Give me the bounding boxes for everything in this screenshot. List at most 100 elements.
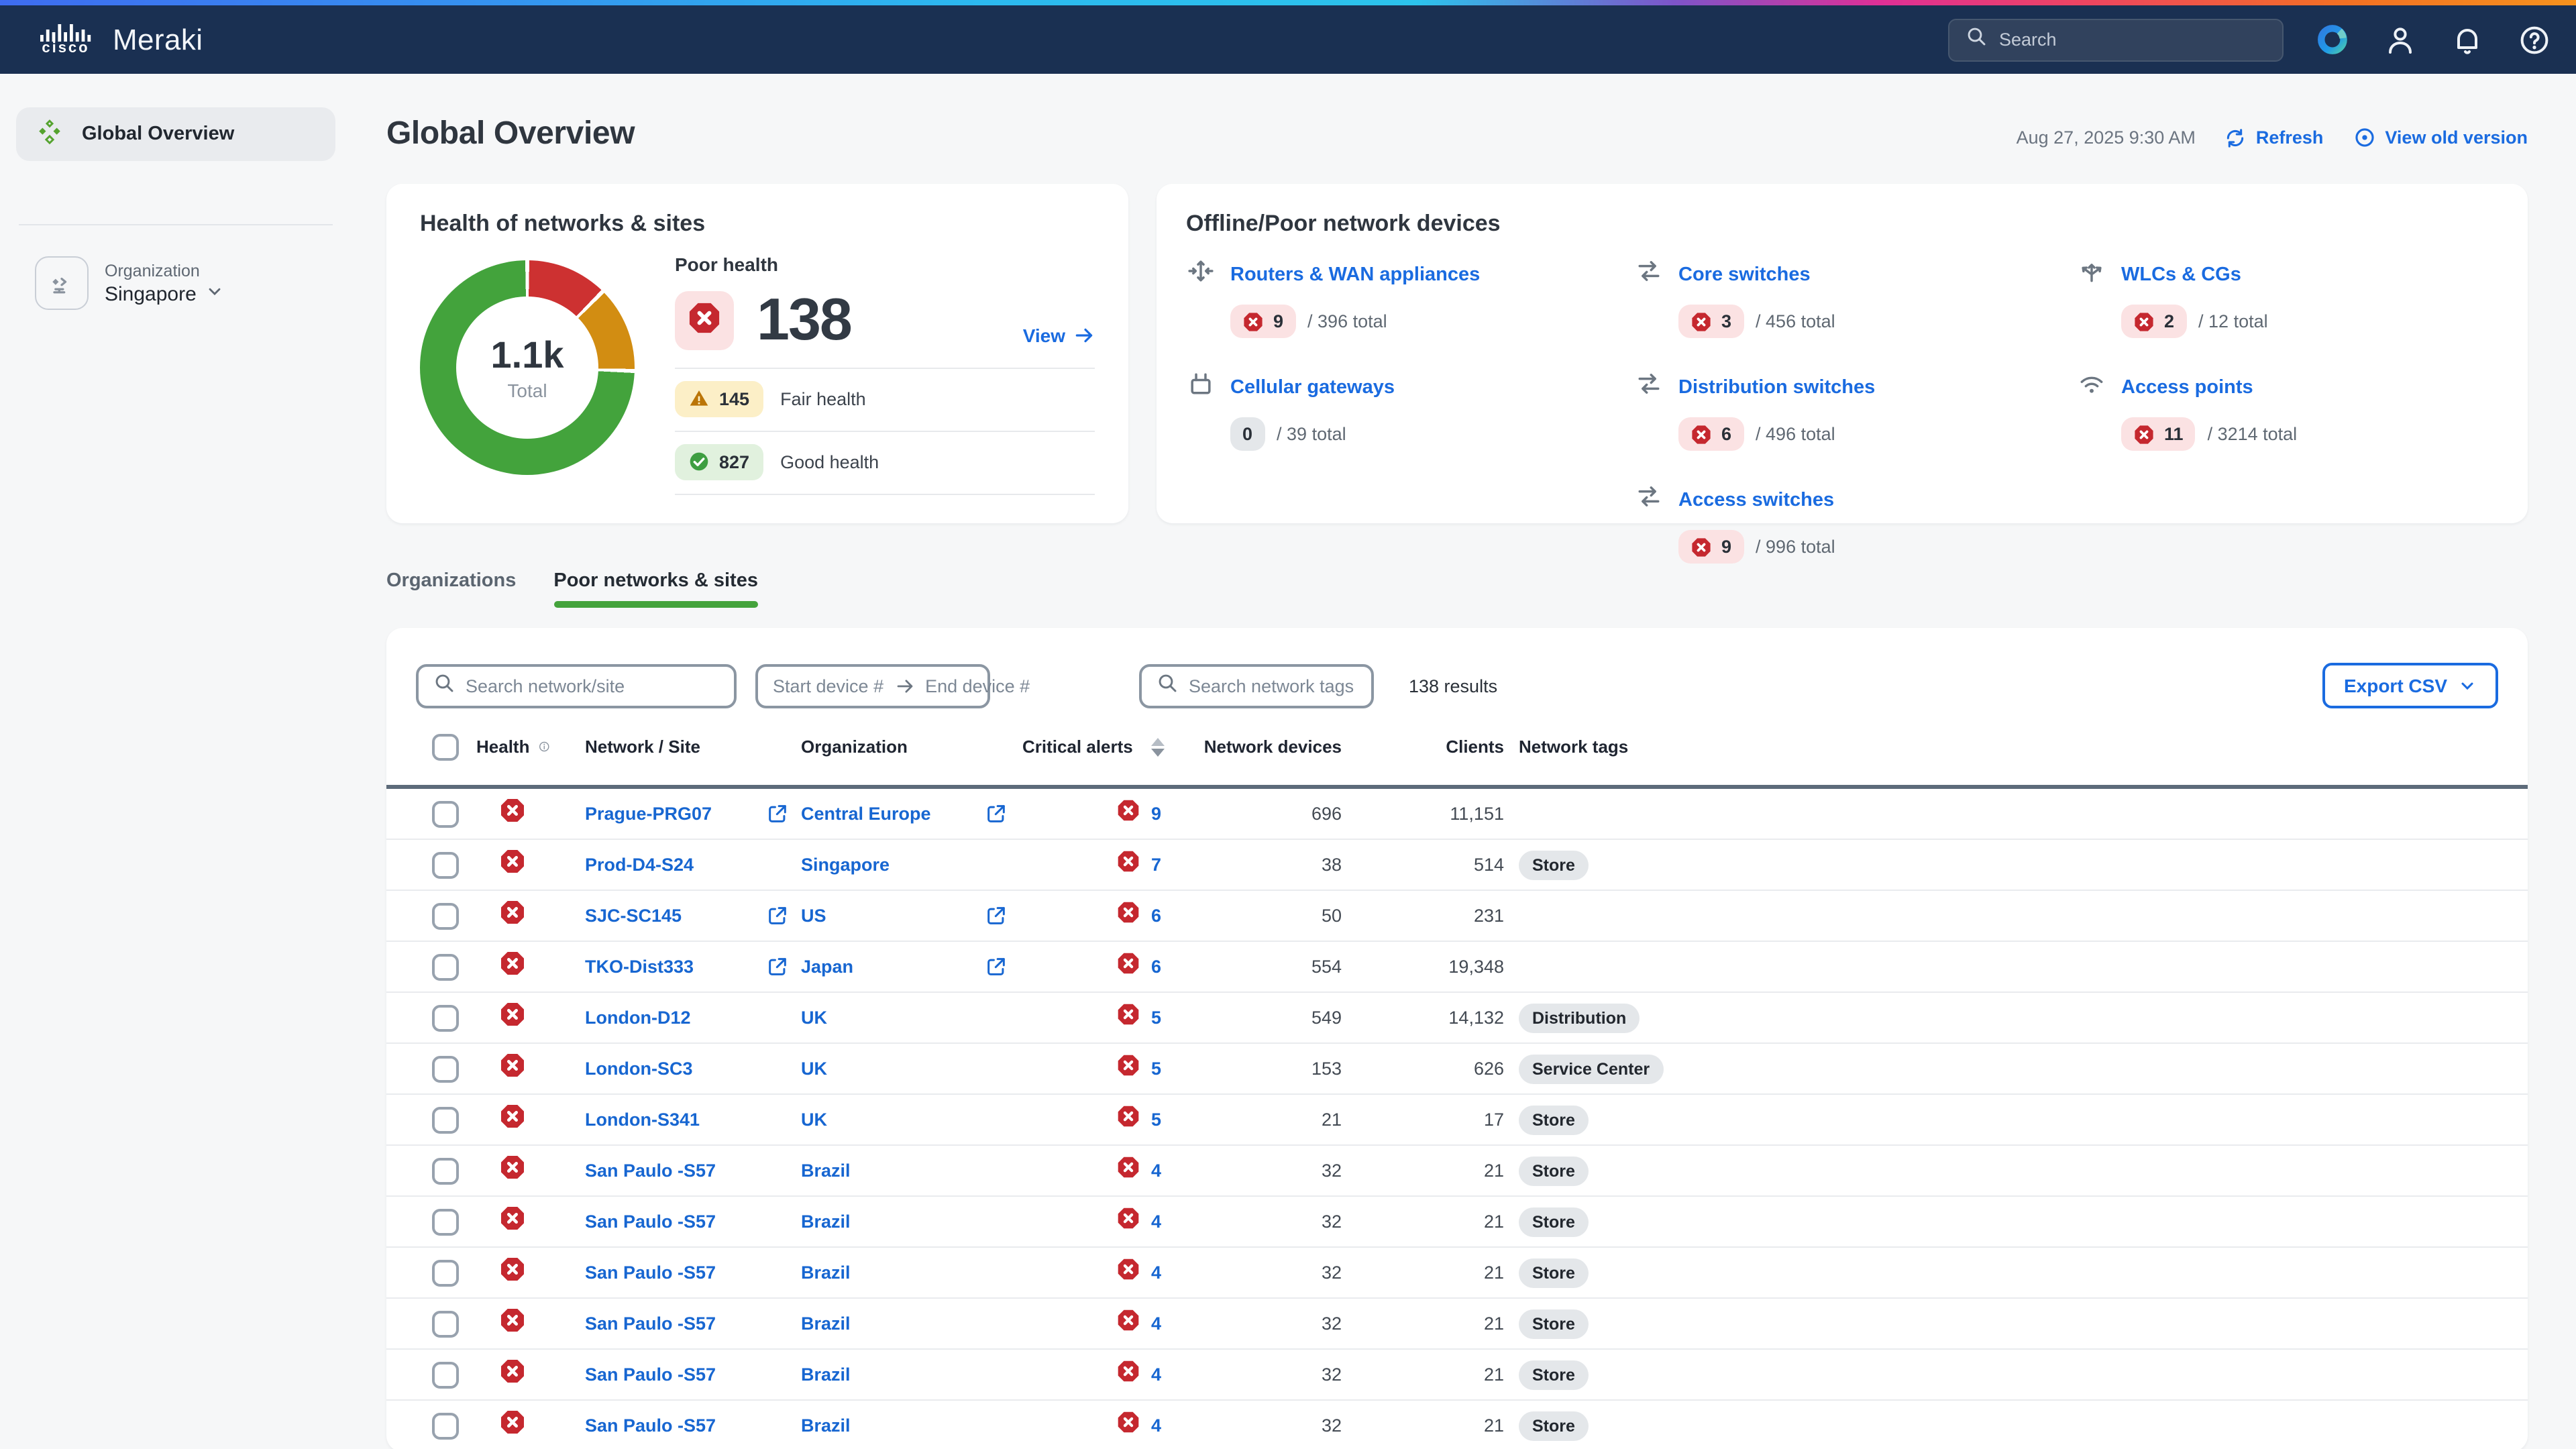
organization-selector[interactable]: Organization Singapore <box>35 256 335 310</box>
external-link-icon[interactable] <box>766 802 789 825</box>
network-site-link[interactable]: San Paulo -S57 <box>585 1313 716 1334</box>
organization-link[interactable]: Brazil <box>801 1263 851 1283</box>
critical-alerts-link[interactable]: 7 <box>1151 855 1161 875</box>
organization-link[interactable]: Brazil <box>801 1313 851 1334</box>
network-site-link[interactable]: San Paulo -S57 <box>585 1364 716 1385</box>
network-site-link[interactable]: TKO-Dist333 <box>585 957 694 977</box>
magnetic-assistant-icon[interactable] <box>2316 22 2351 57</box>
tab-organizations[interactable]: Organizations <box>386 570 516 608</box>
global-search-input[interactable]: Search <box>1948 18 2284 61</box>
sort-icon[interactable] <box>1152 737 1165 756</box>
switch-icon <box>1634 482 1664 518</box>
network-site-link[interactable]: London-D12 <box>585 1008 691 1028</box>
notifications-bell-icon[interactable] <box>2450 22 2485 57</box>
row-checkbox[interactable] <box>432 902 459 929</box>
table-row: San Paulo -S57 Brazil 4 32 21 Store <box>386 1401 2528 1449</box>
organization-link[interactable]: Brazil <box>801 1161 851 1181</box>
row-checkbox[interactable] <box>432 1004 459 1031</box>
column-header-clients[interactable]: Clients <box>1342 737 1504 757</box>
organization-link[interactable]: Singapore <box>801 855 890 875</box>
network-tags-cell: Store <box>1504 1156 2528 1185</box>
network-site-link[interactable]: San Paulo -S57 <box>585 1415 716 1436</box>
export-csv-button[interactable]: Export CSV <box>2322 663 2498 708</box>
critical-alerts-link[interactable]: 5 <box>1151 1059 1161 1079</box>
row-checkbox[interactable] <box>432 1361 459 1388</box>
row-checkbox[interactable] <box>432 1259 459 1286</box>
critical-alerts-link[interactable]: 9 <box>1151 804 1161 824</box>
device-range-input[interactable]: Start device # End device # <box>755 663 990 708</box>
external-link-icon[interactable] <box>766 904 789 927</box>
external-link-icon[interactable] <box>985 802 1008 825</box>
row-checkbox[interactable] <box>432 1106 459 1133</box>
external-link-icon[interactable] <box>985 904 1008 927</box>
organization-link[interactable]: Brazil <box>801 1212 851 1232</box>
account-icon[interactable] <box>2383 22 2418 57</box>
view-old-version-button[interactable]: View old version <box>2353 126 2528 149</box>
network-site-link[interactable]: San Paulo -S57 <box>585 1263 716 1283</box>
critical-alerts-link[interactable]: 4 <box>1151 1313 1161 1334</box>
info-icon[interactable] <box>537 737 550 757</box>
column-header-network-tags[interactable]: Network tags <box>1504 737 2528 757</box>
external-link-icon[interactable] <box>985 955 1008 978</box>
column-header-critical-alerts[interactable]: Critical alerts <box>1022 737 1133 757</box>
network-site-link[interactable]: London-S341 <box>585 1110 700 1130</box>
critical-alerts-link[interactable]: 5 <box>1151 1008 1161 1028</box>
network-site-link[interactable]: Prod-D4-S24 <box>585 855 694 875</box>
view-poor-health-link[interactable]: View <box>1023 325 1095 346</box>
critical-alerts-link[interactable]: 4 <box>1151 1161 1161 1181</box>
organization-link[interactable]: Central Europe <box>801 804 931 824</box>
organization-link[interactable]: UK <box>801 1110 827 1130</box>
help-icon[interactable] <box>2517 22 2552 57</box>
row-checkbox[interactable] <box>432 1157 459 1184</box>
device-count-badge: 0 <box>1230 417 1265 451</box>
critical-alerts-link[interactable]: 5 <box>1151 1110 1161 1130</box>
device-type-item: Cellular gateways0/ 39 total <box>1186 369 1634 451</box>
network-site-link[interactable]: Prague-PRG07 <box>585 804 712 824</box>
device-type-link[interactable]: Core switches <box>1678 264 1811 285</box>
refresh-button[interactable]: Refresh <box>2225 127 2324 148</box>
device-type-link[interactable]: Access points <box>2121 376 2253 398</box>
critical-alerts-link[interactable]: 4 <box>1151 1263 1161 1283</box>
sidebar: Global Overview Organization Singapore <box>0 74 353 1449</box>
network-site-link[interactable]: San Paulo -S57 <box>585 1212 716 1232</box>
network-tags-cell: Store <box>1504 1105 2528 1134</box>
search-network-tags-input[interactable]: Search network tags <box>1139 663 1374 708</box>
column-header-organization[interactable]: Organization <box>801 737 908 757</box>
organization-link[interactable]: Brazil <box>801 1364 851 1385</box>
organization-link[interactable]: UK <box>801 1008 827 1028</box>
device-type-link[interactable]: WLCs & CGs <box>2121 264 2241 285</box>
row-checkbox[interactable] <box>432 1055 459 1082</box>
organization-link[interactable]: Brazil <box>801 1415 851 1436</box>
network-site-link[interactable]: San Paulo -S57 <box>585 1161 716 1181</box>
row-checkbox[interactable] <box>432 800 459 827</box>
select-all-checkbox[interactable] <box>432 733 459 760</box>
row-checkbox[interactable] <box>432 1310 459 1337</box>
organization-link[interactable]: UK <box>801 1059 827 1079</box>
column-header-network-site[interactable]: Network / Site <box>585 737 700 757</box>
table-row: San Paulo -S57 Brazil 4 32 21 Store <box>386 1197 2528 1248</box>
organization-link[interactable]: Japan <box>801 957 853 977</box>
critical-alerts-link[interactable]: 4 <box>1151 1364 1161 1385</box>
column-header-network-devices[interactable]: Network devices <box>1181 737 1342 757</box>
search-network-site-input[interactable]: Search network/site <box>416 663 737 708</box>
column-header-health[interactable]: Health <box>476 737 529 757</box>
tab-poor-networks-sites[interactable]: Poor networks & sites <box>553 570 758 608</box>
network-site-link[interactable]: London-SC3 <box>585 1059 693 1079</box>
device-type-link[interactable]: Distribution switches <box>1678 376 1875 398</box>
external-link-icon[interactable] <box>766 955 789 978</box>
row-checkbox[interactable] <box>432 1412 459 1439</box>
fair-health-count: 145 <box>719 388 749 409</box>
network-site-link[interactable]: SJC-SC145 <box>585 906 682 926</box>
sidebar-item-global-overview[interactable]: Global Overview <box>16 107 335 161</box>
critical-alerts-link[interactable]: 6 <box>1151 957 1161 977</box>
device-type-link[interactable]: Cellular gateways <box>1230 376 1395 398</box>
device-type-link[interactable]: Routers & WAN appliances <box>1230 264 1480 285</box>
critical-alerts-link[interactable]: 4 <box>1151 1415 1161 1436</box>
critical-alerts-link[interactable]: 6 <box>1151 906 1161 926</box>
row-checkbox[interactable] <box>432 851 459 878</box>
organization-link[interactable]: US <box>801 906 826 926</box>
row-checkbox[interactable] <box>432 1208 459 1235</box>
device-type-link[interactable]: Access switches <box>1678 489 1834 511</box>
critical-alerts-link[interactable]: 4 <box>1151 1212 1161 1232</box>
row-checkbox[interactable] <box>432 953 459 980</box>
